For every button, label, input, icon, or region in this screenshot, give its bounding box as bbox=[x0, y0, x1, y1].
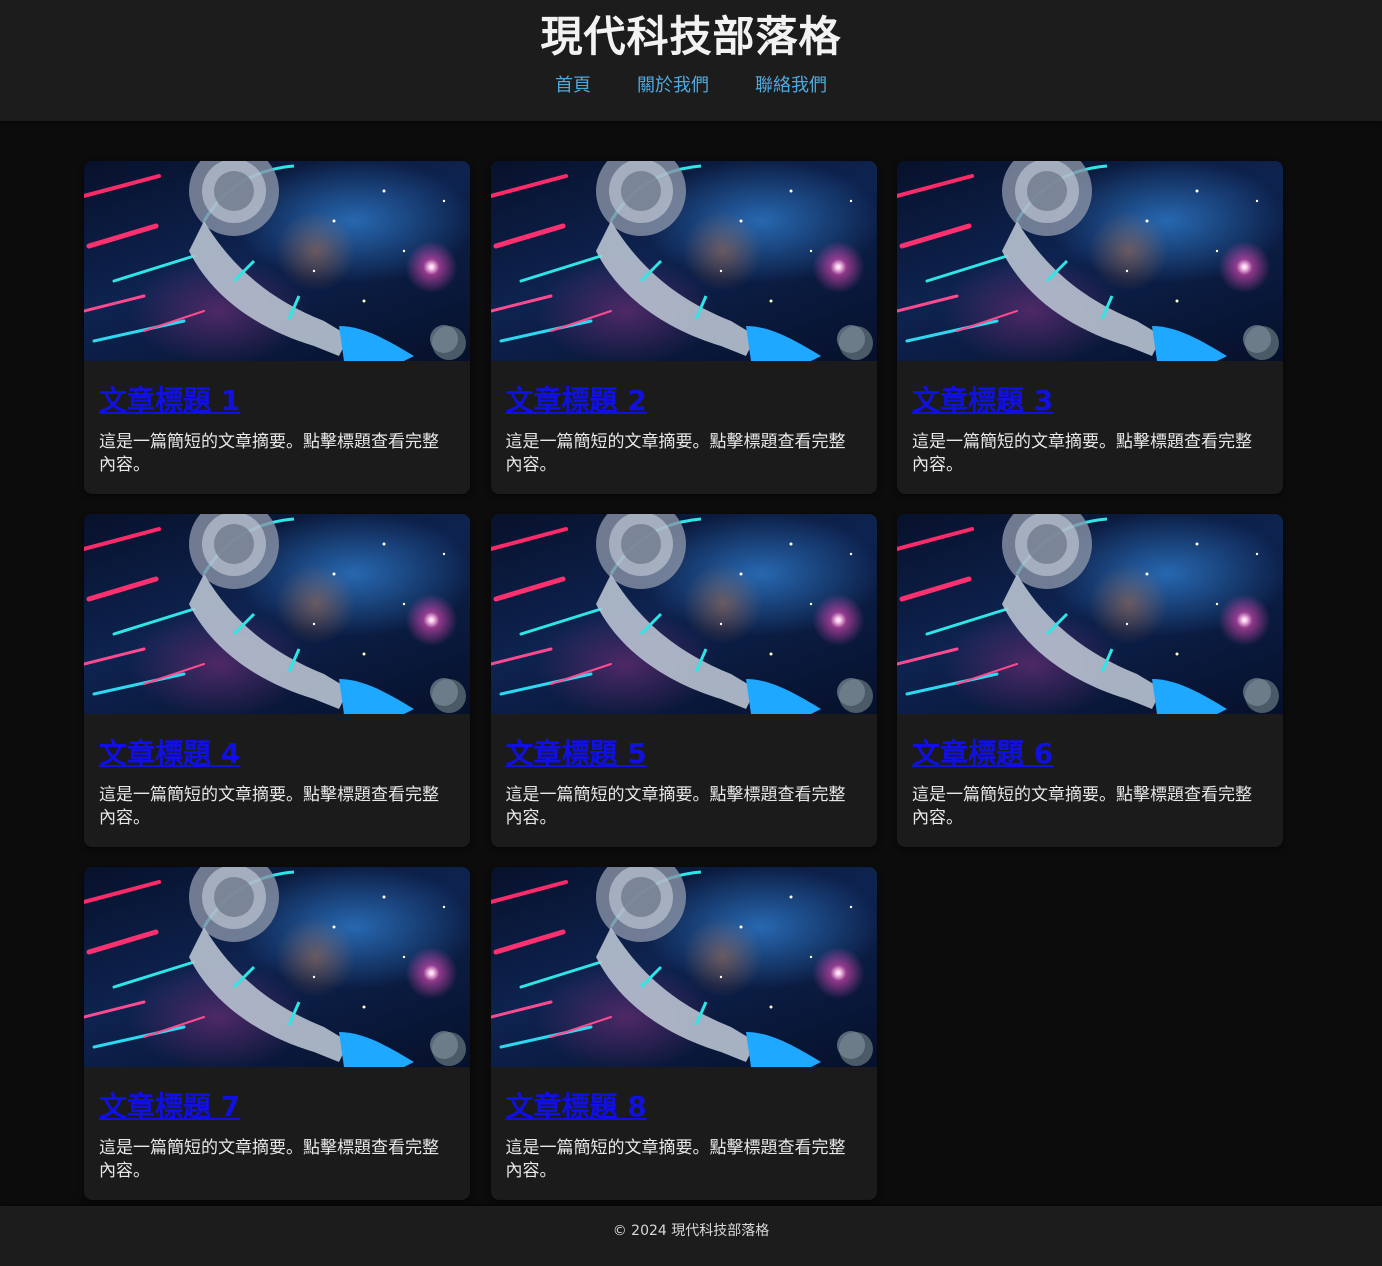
nav-link-home[interactable]: 首頁 bbox=[555, 74, 591, 98]
astronaut-space-illustration bbox=[490, 161, 873, 361]
post-image[interactable] bbox=[897, 161, 1283, 361]
post-card: 文章標題 2 這是一篇簡短的文章摘要。點擊標題查看完整內容。 bbox=[490, 161, 877, 494]
post-title: 文章標題 3 bbox=[912, 381, 1268, 421]
post-image[interactable] bbox=[490, 867, 877, 1067]
post-excerpt: 這是一篇簡短的文章摘要。點擊標題查看完整內容。 bbox=[912, 432, 1252, 475]
astronaut-space-illustration bbox=[84, 514, 466, 714]
post-title: 文章標題 5 bbox=[506, 734, 862, 774]
post-excerpt: 這是一篇簡短的文章摘要。點擊標題查看完整內容。 bbox=[99, 1138, 439, 1181]
astronaut-space-illustration bbox=[897, 161, 1279, 361]
post-title-link[interactable]: 文章標題 2 bbox=[506, 384, 647, 417]
main-nav: 首頁 關於我們 聯絡我們 bbox=[0, 74, 1382, 98]
post-card-body: 文章標題 7 這是一篇簡短的文章摘要。點擊標題查看完整內容。 bbox=[84, 1067, 470, 1183]
post-card-body: 文章標題 1 這是一篇簡短的文章摘要。點擊標題查看完整內容。 bbox=[84, 361, 470, 477]
post-excerpt: 這是一篇簡短的文章摘要。點擊標題查看完整內容。 bbox=[505, 785, 846, 828]
post-title-link[interactable]: 文章標題 4 bbox=[99, 737, 240, 770]
post-excerpt: 這是一篇簡短的文章摘要。點擊標題查看完整內容。 bbox=[99, 432, 439, 475]
post-title-link[interactable]: 文章標題 7 bbox=[99, 1090, 240, 1123]
post-card: 文章標題 7 這是一篇簡短的文章摘要。點擊標題查看完整內容。 bbox=[84, 867, 470, 1200]
post-title-link[interactable]: 文章標題 8 bbox=[506, 1090, 647, 1123]
astronaut-space-illustration bbox=[84, 867, 466, 1067]
post-card-body: 文章標題 8 這是一篇簡短的文章摘要。點擊標題查看完整內容。 bbox=[491, 1067, 877, 1183]
post-image[interactable] bbox=[84, 514, 470, 714]
site-title: 現代科技部落格 bbox=[540, 12, 842, 61]
post-title: 文章標題 8 bbox=[506, 1087, 862, 1127]
post-card: 文章標題 5 這是一篇簡短的文章摘要。點擊標題查看完整內容。 bbox=[490, 514, 877, 847]
astronaut-space-illustration bbox=[490, 867, 873, 1067]
post-title-link[interactable]: 文章標題 5 bbox=[506, 737, 647, 770]
post-card: 文章標題 6 這是一篇簡短的文章摘要。點擊標題查看完整內容。 bbox=[897, 514, 1283, 847]
post-title-link[interactable]: 文章標題 3 bbox=[912, 384, 1053, 417]
post-title: 文章標題 1 bbox=[99, 381, 455, 421]
astronaut-space-illustration bbox=[897, 514, 1279, 714]
post-title-link[interactable]: 文章標題 6 bbox=[912, 737, 1053, 770]
astronaut-space-illustration bbox=[84, 161, 466, 361]
post-image[interactable] bbox=[490, 161, 877, 361]
post-card: 文章標題 1 這是一篇簡短的文章摘要。點擊標題查看完整內容。 bbox=[84, 161, 470, 494]
nav-link-about[interactable]: 關於我們 bbox=[637, 74, 709, 98]
post-image[interactable] bbox=[84, 867, 470, 1067]
post-title: 文章標題 2 bbox=[506, 381, 862, 421]
post-image[interactable] bbox=[897, 514, 1283, 714]
post-excerpt: 這是一篇簡短的文章摘要。點擊標題查看完整內容。 bbox=[99, 785, 439, 828]
nav-link-contact[interactable]: 聯絡我們 bbox=[755, 74, 827, 98]
astronaut-space-illustration bbox=[490, 514, 873, 714]
post-card-body: 文章標題 6 這是一篇簡短的文章摘要。點擊標題查看完整內容。 bbox=[897, 714, 1283, 830]
post-title-link[interactable]: 文章標題 1 bbox=[99, 384, 240, 417]
post-card-body: 文章標題 3 這是一篇簡短的文章摘要。點擊標題查看完整內容。 bbox=[897, 361, 1283, 477]
post-image[interactable] bbox=[490, 514, 877, 714]
post-card-body: 文章標題 4 這是一篇簡短的文章摘要。點擊標題查看完整內容。 bbox=[84, 714, 470, 830]
post-card: 文章標題 3 這是一篇簡短的文章摘要。點擊標題查看完整內容。 bbox=[897, 161, 1283, 494]
post-excerpt: 這是一篇簡短的文章摘要。點擊標題查看完整內容。 bbox=[505, 1138, 846, 1181]
post-image[interactable] bbox=[84, 161, 470, 361]
post-card: 文章標題 8 這是一篇簡短的文章摘要。點擊標題查看完整內容。 bbox=[490, 867, 877, 1200]
post-excerpt: 這是一篇簡短的文章摘要。點擊標題查看完整內容。 bbox=[912, 785, 1252, 828]
footer-copyright: © 2024 現代科技部落格 bbox=[612, 1223, 770, 1239]
site-header: 現代科技部落格 首頁 關於我們 聯絡我們 bbox=[0, 0, 1382, 121]
post-title: 文章標題 4 bbox=[99, 734, 455, 774]
post-card-body: 文章標題 2 這是一篇簡短的文章摘要。點擊標題查看完整內容。 bbox=[491, 361, 877, 477]
post-title: 文章標題 7 bbox=[99, 1087, 455, 1127]
post-excerpt: 這是一篇簡短的文章摘要。點擊標題查看完整內容。 bbox=[505, 432, 846, 475]
post-card: 文章標題 4 這是一篇簡短的文章摘要。點擊標題查看完整內容。 bbox=[84, 514, 470, 847]
post-title: 文章標題 6 bbox=[912, 734, 1268, 774]
post-card-body: 文章標題 5 這是一篇簡短的文章摘要。點擊標題查看完整內容。 bbox=[491, 714, 877, 830]
site-footer: © 2024 現代科技部落格 bbox=[0, 1206, 1382, 1266]
post-grid: 文章標題 1 這是一篇簡短的文章摘要。點擊標題查看完整內容。 文章標題 2 這是… bbox=[84, 161, 1283, 1200]
